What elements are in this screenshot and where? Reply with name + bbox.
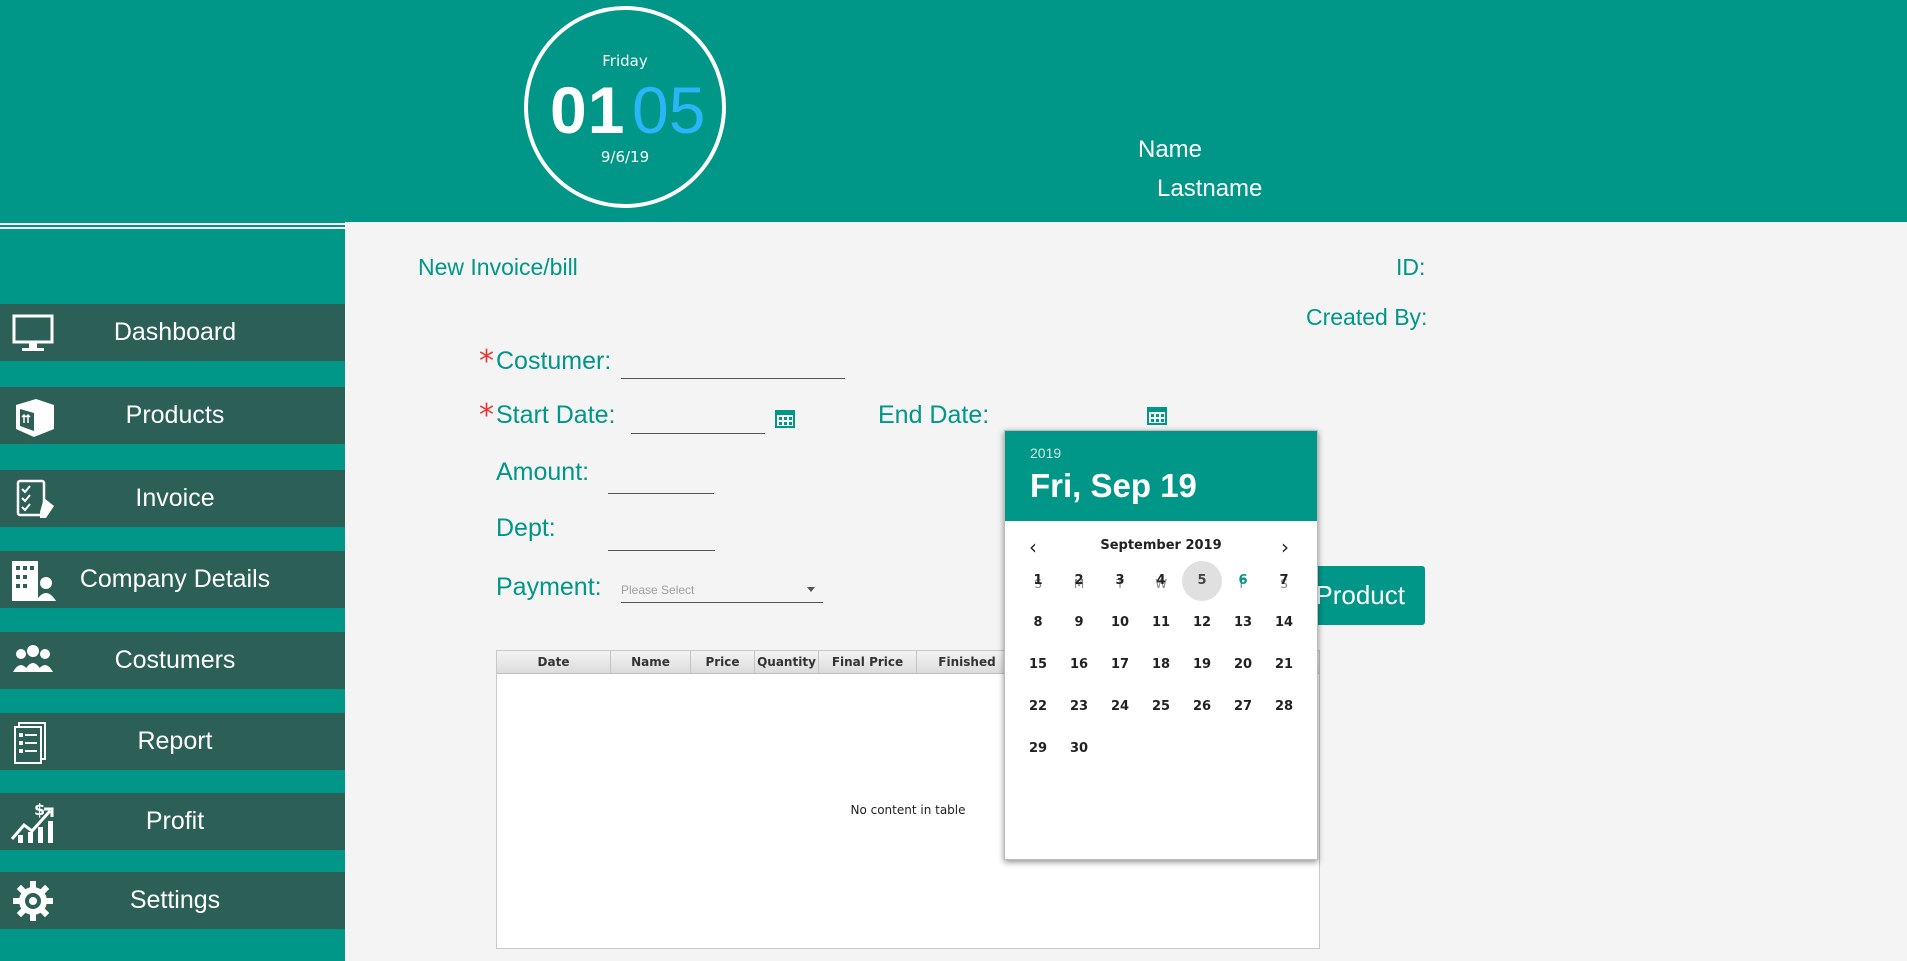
people-icon	[13, 645, 53, 672]
calendar-icon[interactable]	[1147, 405, 1167, 425]
calendar-day[interactable]: 23	[1059, 687, 1099, 727]
sidebar-item-label: Company Details	[79, 565, 271, 593]
sidebar-item-label: Settings	[129, 886, 221, 914]
calendar-day[interactable]: 27	[1223, 687, 1263, 727]
page-title: New Invoice/bill	[418, 254, 578, 280]
building-icon	[12, 561, 56, 601]
calendar-day[interactable]: 24	[1100, 687, 1140, 727]
user-name: Name	[1138, 136, 1203, 163]
amount-label: Amount:	[496, 458, 590, 486]
clock-day: Friday	[602, 52, 648, 70]
calendar-day[interactable]: 29	[1018, 729, 1058, 769]
sidebar-item-profit[interactable]: $ Profit	[0, 793, 345, 850]
amount-field[interactable]	[608, 469, 714, 494]
date-picker-popup: 2019 Fri, Sep 19 ‹ September 2019 › S M …	[1004, 430, 1318, 860]
calendar-day[interactable]: 5	[1182, 561, 1222, 601]
calendar-day[interactable]: 11	[1141, 603, 1181, 643]
payment-placeholder: Please Select	[621, 583, 695, 597]
calendar-day[interactable]: 13	[1223, 603, 1263, 643]
sidebar-item-label: Costumers	[114, 646, 236, 674]
sidebar: Dashboard Products Invoice Company Detai…	[0, 222, 345, 961]
checklist-icon	[16, 479, 54, 518]
sidebar-item-company-details[interactable]: Company Details	[0, 551, 345, 608]
add-product-button-label: Product	[1315, 580, 1405, 610]
user-lastname: Lastname	[1157, 175, 1263, 202]
calendar-day[interactable]: 6	[1223, 561, 1263, 601]
required-marker: *	[479, 398, 494, 433]
sidebar-item-label: Dashboard	[113, 318, 237, 346]
calendar-day[interactable]: 28	[1264, 687, 1304, 727]
calendar-day[interactable]: 16	[1059, 645, 1099, 685]
date-picker-month: September 2019	[1100, 538, 1222, 553]
calendar-day[interactable]: 9	[1059, 603, 1099, 643]
calendar-day[interactable]: 20	[1223, 645, 1263, 685]
calendar-day[interactable]: 14	[1264, 603, 1304, 643]
sidebar-divider	[0, 222, 345, 232]
calendar-day[interactable]: 15	[1018, 645, 1058, 685]
dept-label: Dept:	[496, 514, 556, 542]
calendar-day[interactable]: 3	[1100, 561, 1140, 601]
clock-minute: 05	[632, 73, 706, 147]
column-header-price[interactable]: Price	[691, 651, 755, 673]
calendar-day[interactable]: 1	[1018, 561, 1058, 601]
calendar-day[interactable]: 26	[1182, 687, 1222, 727]
column-header-final-price[interactable]: Final Price	[819, 651, 917, 673]
calendar-icon[interactable]	[775, 408, 795, 428]
chevron-down-icon	[807, 587, 815, 592]
column-header-name[interactable]: Name	[611, 651, 691, 673]
sidebar-item-label: Invoice	[135, 484, 215, 512]
monitor-icon	[12, 314, 54, 351]
calendar-day[interactable]: 21	[1264, 645, 1304, 685]
clock-widget: Friday 01 05 9/6/19	[524, 6, 726, 208]
column-header-quantity[interactable]: Quantity	[755, 651, 819, 673]
required-marker: *	[479, 344, 494, 379]
calendar-day[interactable]: 25	[1141, 687, 1181, 727]
calendar-day[interactable]: 18	[1141, 645, 1181, 685]
sidebar-item-invoice[interactable]: Invoice	[0, 470, 345, 527]
start-date-label: Start Date:	[496, 401, 616, 429]
start-date-field[interactable]	[631, 409, 765, 434]
sidebar-item-products[interactable]: Products	[0, 387, 345, 444]
calendar-day[interactable]: 4	[1141, 561, 1181, 601]
created-by-label: Created By:	[1306, 304, 1428, 330]
clock-date: 9/6/19	[600, 148, 650, 166]
date-picker-year[interactable]: 2019	[1030, 445, 1061, 461]
calendar-day[interactable]: 22	[1018, 687, 1058, 727]
box-icon	[16, 399, 54, 437]
sidebar-item-label: Report	[137, 727, 213, 755]
app-header: Friday 01 05 9/6/19 Name Lastname	[0, 0, 1907, 222]
sidebar-item-label: Products	[125, 401, 225, 429]
calendar-day[interactable]: 19	[1182, 645, 1222, 685]
date-picker-header: 2019 Fri, Sep 19	[1005, 431, 1317, 521]
chevron-right-icon[interactable]: ›	[1281, 535, 1289, 559]
calendar-day[interactable]: 10	[1100, 603, 1140, 643]
gear-icon	[13, 881, 53, 921]
sidebar-item-costumers[interactable]: Costumers	[0, 632, 345, 689]
clock-hour: 01	[550, 73, 626, 147]
payment-select[interactable]: Please Select	[621, 578, 823, 603]
payment-label: Payment:	[496, 573, 602, 601]
end-date-label: End Date:	[878, 401, 990, 429]
customer-field[interactable]	[621, 354, 845, 379]
calendar-day[interactable]: 2	[1059, 561, 1099, 601]
calendar-day[interactable]: 12	[1182, 603, 1222, 643]
column-header-date[interactable]: Date	[497, 651, 611, 673]
id-label: ID:	[1396, 254, 1426, 280]
customer-label: Costumer:	[496, 347, 612, 375]
calendar-day[interactable]: 30	[1059, 729, 1099, 769]
sidebar-item-report[interactable]: Report	[0, 713, 345, 770]
sidebar-item-label: Profit	[145, 807, 205, 835]
calendar-day[interactable]: 8	[1018, 603, 1058, 643]
date-picker-selected-date: Fri, Sep 19	[1030, 467, 1197, 504]
column-header-finished[interactable]: Finished	[917, 651, 1017, 673]
profit-icon: $	[10, 800, 54, 843]
report-icon	[14, 722, 46, 764]
add-product-button[interactable]: Product	[1306, 566, 1425, 625]
sidebar-item-settings[interactable]: Settings	[0, 872, 345, 929]
sidebar-item-dashboard[interactable]: Dashboard	[0, 304, 345, 361]
dept-field[interactable]	[608, 526, 715, 551]
calendar-day[interactable]: 17	[1100, 645, 1140, 685]
calendar-day[interactable]: 7	[1264, 561, 1304, 601]
